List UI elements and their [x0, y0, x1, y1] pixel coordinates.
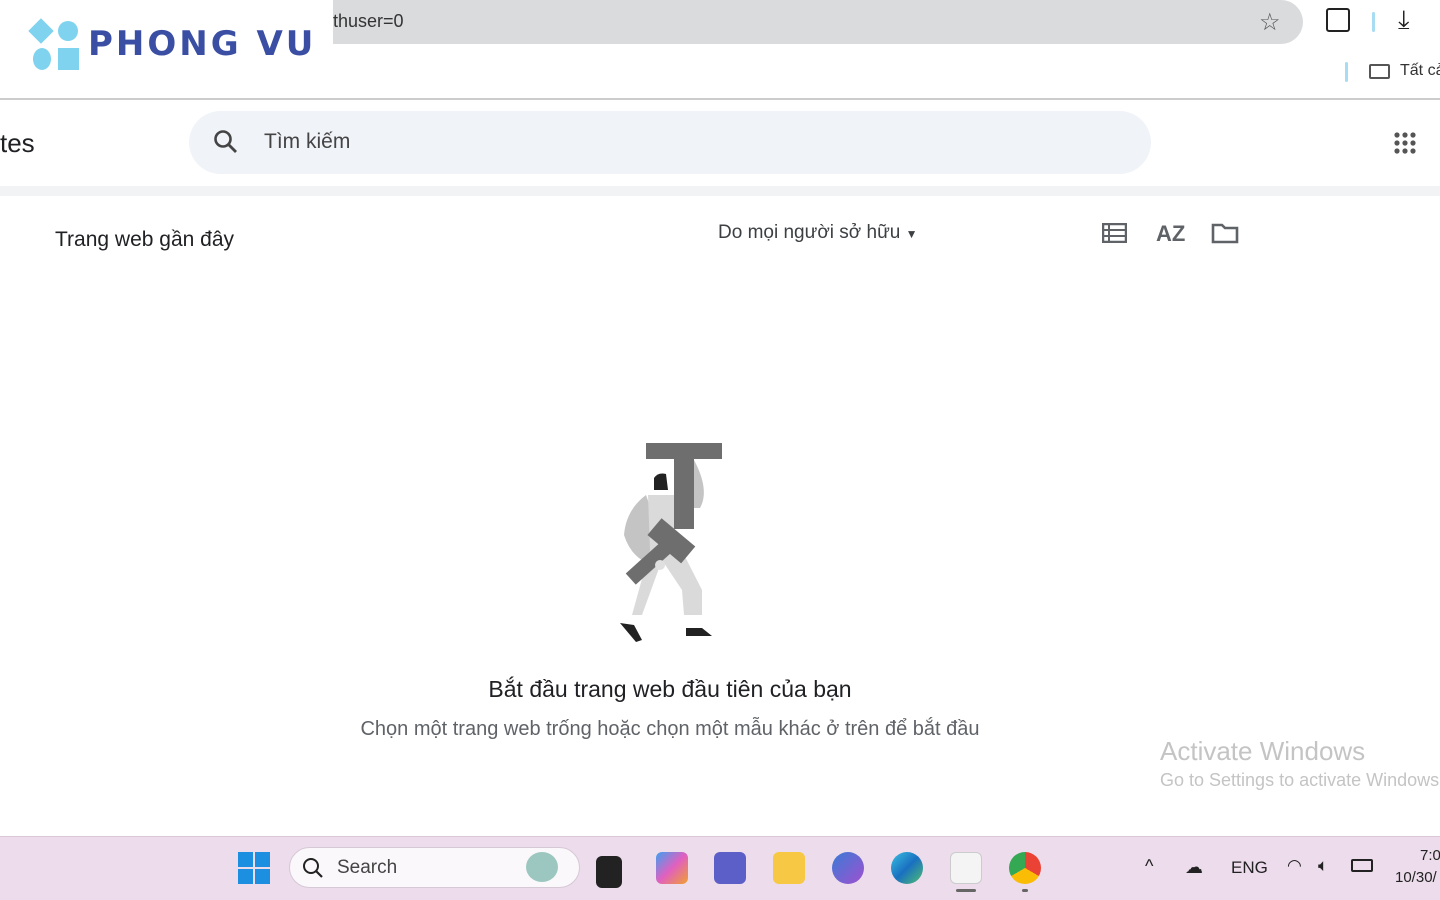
taskbar-search-label[interactable]: Search — [337, 857, 397, 879]
bookmark-star-icon[interactable]: ☆ — [1259, 8, 1281, 37]
apps-grid-icon[interactable] — [1393, 131, 1417, 155]
search-icon — [303, 858, 323, 878]
activate-windows-title: Activate Windows — [1160, 736, 1366, 766]
download-icon[interactable]: ⤓ — [1398, 4, 1410, 36]
empty-state-subtitle: Chọn một trang web trống hoặc chọn một m… — [360, 718, 980, 740]
task-view-icon[interactable] — [596, 856, 622, 888]
list-view-icon[interactable] — [1102, 223, 1127, 243]
windows-start-icon[interactable] — [238, 852, 270, 884]
logo-text: PHONG VU — [88, 24, 317, 64]
owner-filter-dropdown[interactable]: Do mọi người sở hữu ▼ — [718, 222, 918, 244]
copilot-icon[interactable] — [656, 852, 688, 884]
edge-icon[interactable] — [891, 852, 923, 884]
address-bar[interactable] — [333, 0, 1303, 44]
sort-az-icon[interactable]: AZ — [1156, 221, 1185, 247]
show-hidden-icons-icon[interactable]: ^ — [1145, 856, 1153, 877]
file-explorer-icon[interactable] — [773, 852, 805, 884]
active-indicator — [956, 889, 976, 892]
snipping-tool-icon[interactable] — [950, 852, 982, 884]
folder-icon — [1369, 64, 1390, 79]
clock-time[interactable]: 7:0 — [1420, 847, 1440, 864]
activate-windows-subtitle: Go to Settings to activate Windows. — [1160, 770, 1440, 790]
empty-state-illustration — [620, 443, 722, 642]
toolbar-divider — [1372, 12, 1375, 32]
clock-date[interactable]: 10/30/ — [1395, 869, 1437, 886]
logo-mark-icon — [28, 18, 79, 70]
search-highlight-icon — [526, 852, 558, 882]
divider-band — [0, 186, 1440, 196]
onedrive-offline-icon[interactable]: ☁ — [1185, 857, 1203, 878]
app-title: tes — [0, 128, 35, 158]
owner-filter-label: Do mọi người sở hữu — [718, 222, 901, 243]
language-indicator[interactable]: ENG — [1231, 858, 1268, 878]
battery-icon[interactable] — [1351, 859, 1373, 872]
search-placeholder[interactable]: Tìm kiếm — [264, 130, 350, 154]
recent-sites-heading: Trang web gần đây — [55, 228, 235, 251]
dropdown-arrow-icon: ▼ — [905, 227, 918, 241]
folder-icon[interactable] — [1211, 222, 1239, 244]
empty-state-title: Bắt đầu trang web đầu tiên của bạn — [488, 676, 852, 702]
url-text[interactable]: thuser=0 — [333, 11, 404, 32]
logo-overlay: PHONG VU — [0, 0, 333, 98]
bookmark-divider — [1345, 62, 1348, 82]
volume-icon[interactable]: 🔈︎ — [1318, 856, 1328, 876]
bookmark-folder-all[interactable]: Tất cả — [1400, 62, 1440, 80]
chrome-icon[interactable] — [1009, 852, 1041, 884]
m365-icon[interactable] — [832, 852, 864, 884]
wifi-icon[interactable]: ◠ — [1287, 856, 1302, 876]
extensions-icon[interactable] — [1326, 8, 1350, 32]
chrome-indicator — [1022, 889, 1028, 892]
teams-icon[interactable] — [714, 852, 746, 884]
search-icon[interactable] — [213, 129, 239, 155]
